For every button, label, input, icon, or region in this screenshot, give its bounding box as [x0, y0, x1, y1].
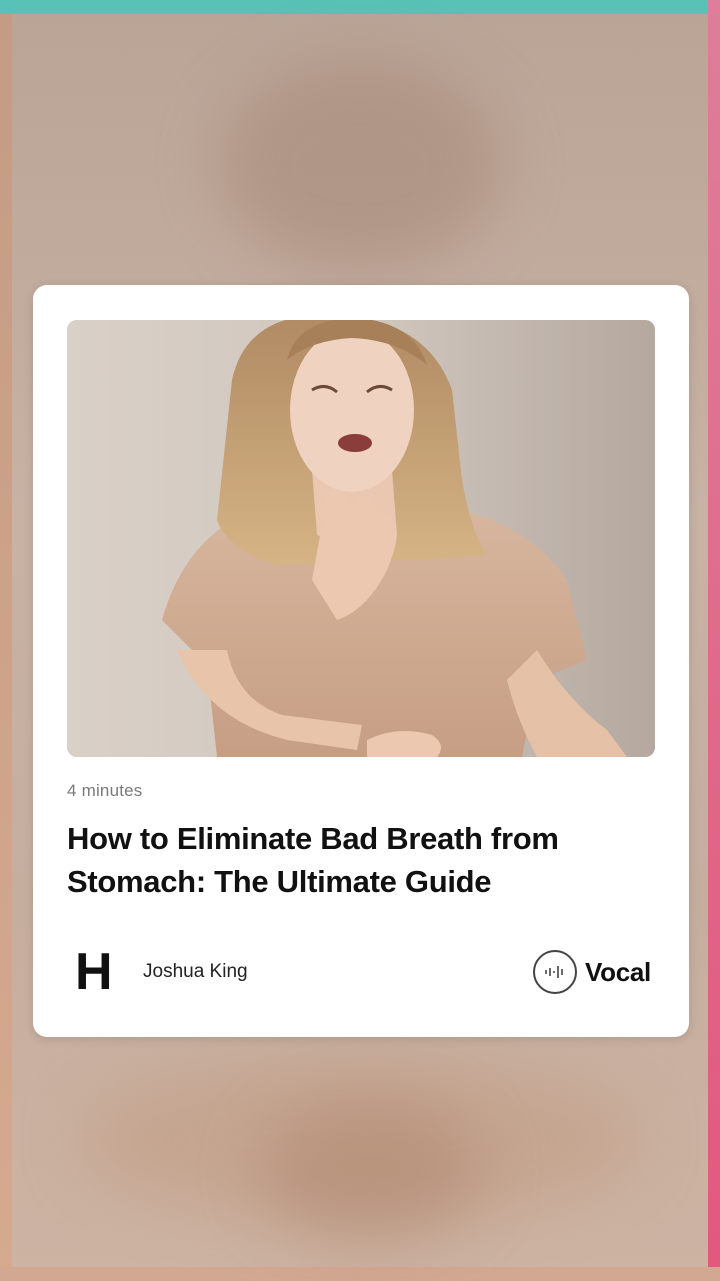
brand[interactable]: Vocal: [533, 949, 651, 995]
read-time: 4 minutes: [67, 781, 143, 800]
background-blur: [260, 1100, 480, 1240]
brand-name: Vocal: [585, 956, 651, 987]
author-name[interactable]: Joshua King: [143, 961, 248, 983]
article-card[interactable]: 4 minutes How to Eliminate Bad Breath fr…: [33, 285, 689, 1037]
top-progress-bar: [0, 0, 720, 14]
story-screen: 4 minutes How to Eliminate Bad Breath fr…: [0, 0, 720, 1281]
left-edge: [0, 14, 12, 1281]
article-title[interactable]: How to Eliminate Bad Breath from Stomach…: [67, 817, 667, 903]
bottom-edge: [0, 1267, 720, 1281]
author-logo: H: [75, 943, 113, 1001]
right-accent-bar: [708, 0, 720, 1281]
sound-wave-icon: [533, 950, 578, 994]
background-blur: [220, 60, 500, 270]
article-photo: [67, 320, 655, 757]
